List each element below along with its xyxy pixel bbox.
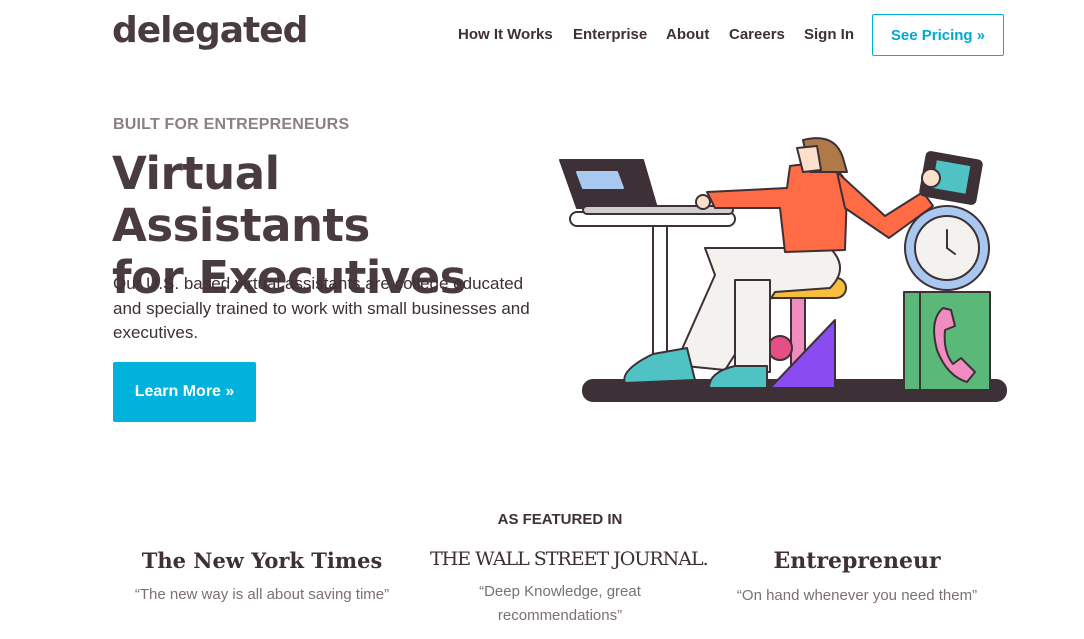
see-pricing-button[interactable]: See Pricing »: [872, 14, 1004, 56]
tablet-icon: [919, 151, 983, 205]
press-quote-nyt: “The new way is all about saving time”: [134, 586, 390, 603]
learn-more-button[interactable]: Learn More »: [113, 362, 256, 422]
press-quote-entrepreneur: “On hand whenever you need them”: [736, 587, 978, 604]
phone-box-side: [903, 291, 921, 391]
nav-about[interactable]: About: [666, 26, 709, 43]
nav-careers[interactable]: Careers: [729, 26, 785, 43]
clock-icon: [904, 205, 990, 291]
hero-illustration: [559, 137, 1007, 402]
left-shoe: [623, 347, 696, 384]
nav-enterprise[interactable]: Enterprise: [573, 26, 647, 43]
person-shin: [734, 279, 771, 373]
press-item-wsj: THE WALL STREET JOURNAL. “Deep Knowledge…: [430, 548, 709, 628]
nav-how-it-works[interactable]: How It Works: [458, 26, 553, 43]
person-torso: [706, 163, 848, 253]
landing-page: delegated How It Works Enterprise About …: [0, 0, 1084, 639]
press-item-nyt: The New York Times “The new way is all a…: [132, 548, 392, 607]
nav-sign-in[interactable]: Sign In: [804, 26, 854, 43]
person-hand-left: [695, 194, 711, 210]
hero-eyebrow: BUILT FOR ENTREPRENEURS: [113, 116, 350, 133]
hero-description: Our U.S. based virtual assistants are co…: [113, 274, 530, 342]
featured-heading: AS FEATURED IN: [497, 511, 623, 528]
hero-title-line-1: Virtual Assistants: [112, 147, 370, 252]
press-item-entrepreneur: Entrepreneur “On hand whenever you need …: [727, 548, 987, 608]
nyt-logo: The New York Times: [141, 548, 383, 573]
entrepreneur-logo: Entrepreneur: [773, 548, 941, 574]
wsj-logo: THE WALL STREET JOURNAL.: [430, 548, 709, 570]
press-quote-wsj: “Deep Knowledge, great recommendations”: [479, 583, 641, 624]
stool-ball: [767, 335, 793, 361]
